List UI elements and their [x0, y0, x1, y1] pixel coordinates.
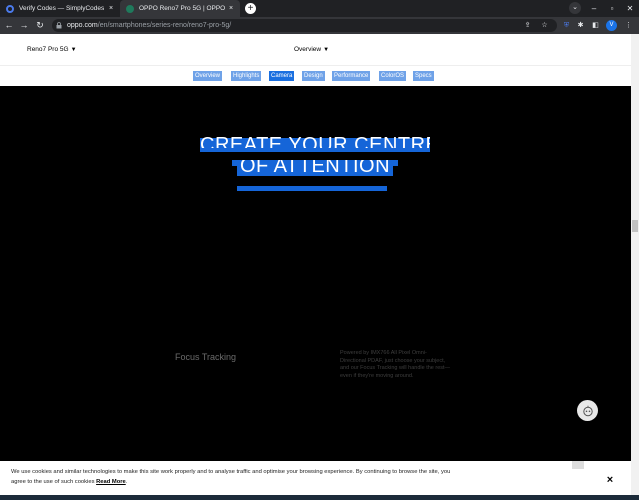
tab-search-chevron-icon[interactable]: ⌄: [569, 2, 581, 14]
nav-highlights[interactable]: Highlights: [231, 71, 262, 81]
close-cookie-icon[interactable]: ×: [604, 474, 616, 486]
reload-icon[interactable]: ↻: [34, 19, 46, 32]
close-window-icon[interactable]: ✕: [621, 0, 639, 17]
cookie-trailing: .: [125, 478, 128, 485]
browser-tab-bar: Verify Codes — SimplyCodes × OPPO Reno7 …: [0, 0, 639, 17]
bookmark-star-icon[interactable]: ☆: [539, 19, 550, 32]
address-bar[interactable]: oppo.com/en/smartphones/series-reno/reno…: [52, 19, 557, 32]
chevron-down-icon: ▼: [323, 47, 330, 53]
web-page: Reno7 Pro 5G ▼ Overview ▼ Overview Highlig…: [0, 34, 631, 500]
lock-icon: [56, 22, 62, 29]
back-arrow-icon[interactable]: ←: [3, 19, 15, 32]
tab-title: OPPO Reno7 Pro 5G | OPPO Glo: [139, 5, 226, 12]
hero-title-line1: CREATE YOUR CENTRE: [200, 134, 430, 148]
minimize-icon[interactable]: –: [585, 0, 603, 17]
tab-simplycodes[interactable]: Verify Codes — SimplyCodes ×: [0, 0, 120, 17]
maximize-icon[interactable]: ▫: [603, 0, 621, 17]
nav-camera[interactable]: Camera: [269, 71, 295, 81]
product-dropdown[interactable]: Reno7 Pro 5G ▼: [27, 46, 77, 53]
os-taskbar: [0, 495, 639, 500]
url-text: oppo.com/en/smartphones/series-reno/reno…: [67, 19, 231, 32]
simplycodes-favicon-icon: [6, 4, 14, 13]
scrollbar-thumb[interactable]: [632, 220, 638, 232]
side-panel-icon[interactable]: ◧: [590, 20, 601, 31]
close-tab-icon[interactable]: ×: [106, 5, 116, 12]
profile-avatar[interactable]: V: [606, 20, 617, 31]
page-scrollbar[interactable]: [631, 34, 639, 500]
cookie-text: We use cookies and similar technologies …: [11, 469, 451, 485]
url-host: oppo.com: [67, 22, 98, 29]
menu-kebab-icon[interactable]: ⋮: [623, 20, 634, 31]
site-header: Reno7 Pro 5G ▼ Overview ▼: [0, 34, 631, 66]
oppo-favicon-icon: [126, 4, 134, 13]
tab-title: Verify Codes — SimplyCodes: [19, 5, 105, 12]
feature-description: Powered by IMX766 All Pixel Omni-Directi…: [340, 350, 451, 379]
robot-icon: [582, 405, 593, 416]
nav-coloros[interactable]: ColorOS: [379, 71, 407, 81]
url-path: /en/smartphones/series-reno/reno7-pro-5g…: [97, 22, 232, 29]
share-icon[interactable]: ⇪: [522, 19, 533, 32]
chat-assistant-button[interactable]: [577, 400, 598, 421]
extensions-puzzle-icon[interactable]: ✱: [575, 20, 586, 31]
nav-performance[interactable]: Performance: [332, 71, 371, 81]
hero-underline: [237, 186, 387, 191]
cookie-banner-corner: [572, 461, 584, 469]
product-name: Reno7 Pro 5G: [27, 46, 69, 53]
hero-title-line2: OF ATTENTION: [239, 160, 391, 176]
tab-oppo[interactable]: OPPO Reno7 Pro 5G | OPPO Glo ×: [120, 0, 240, 17]
chevron-down-icon: ▼: [70, 47, 77, 53]
read-more-link[interactable]: Read More: [96, 479, 126, 485]
feature-title: Focus Tracking: [175, 352, 237, 362]
cookie-message: We use cookies and similar technologies …: [11, 468, 466, 487]
overview-dropdown[interactable]: Overview ▼: [294, 46, 329, 53]
section-nav: Overview Highlights Camera Design Perfor…: [0, 66, 631, 86]
new-tab-button[interactable]: +: [245, 3, 256, 14]
close-tab-icon[interactable]: ×: [226, 5, 236, 12]
nav-specs[interactable]: Specs: [413, 71, 434, 81]
forward-arrow-icon[interactable]: →: [18, 19, 30, 32]
extension-shield-icon[interactable]: ⛨: [561, 20, 572, 31]
nav-overview[interactable]: Overview: [193, 71, 223, 81]
browser-toolbar: ← → ↻ oppo.com/en/smartphones/series-ren…: [0, 17, 639, 34]
nav-design[interactable]: Design: [302, 71, 325, 81]
overview-label: Overview: [294, 46, 322, 53]
